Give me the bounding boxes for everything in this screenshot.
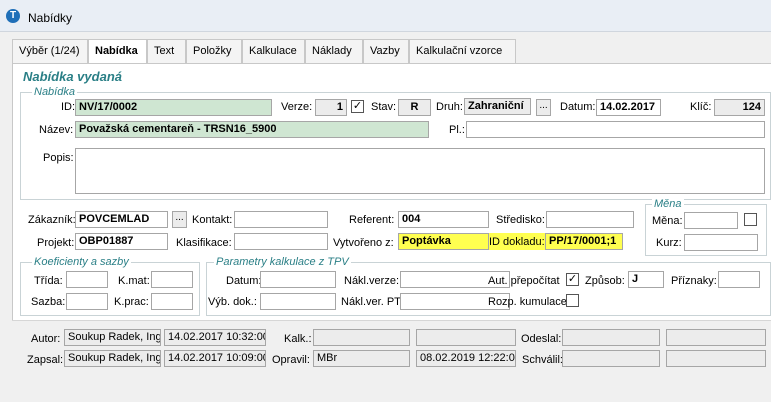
stredisko-label: Středisko: — [496, 214, 545, 226]
vybdok-field[interactable] — [260, 293, 336, 310]
iddokladu-label: ID dokladu: — [489, 233, 545, 250]
tpv-legend: Parametry kalkulace z TPV — [214, 256, 351, 268]
autprep-label: Aut. přepočítat — [488, 275, 560, 287]
id-label: ID: — [61, 101, 76, 113]
mena-legend: Měna — [652, 198, 684, 210]
vybdok-label: Výb. dok.: — [208, 296, 257, 308]
klasifikace-field[interactable] — [234, 233, 328, 250]
stav-field[interactable]: R — [398, 99, 431, 116]
tab-polozky[interactable]: Položky — [186, 39, 242, 63]
tab-text[interactable]: Text — [147, 39, 186, 63]
klic-label: Klíč: — [690, 101, 712, 113]
mena-field[interactable] — [684, 212, 738, 229]
verze-field[interactable]: 1 — [315, 99, 347, 116]
kalk-field — [313, 329, 410, 346]
tpv-datum-label: Datum: — [226, 275, 262, 287]
opravil-field: MBr — [313, 350, 410, 367]
projekt-field[interactable]: OBP01887 — [75, 233, 168, 250]
title-bar — [0, 0, 771, 32]
zapsal-date-field: 14.02.2017 10:09:00 — [164, 350, 266, 367]
app-icon: T — [6, 9, 20, 23]
tab-vyber[interactable]: Výběr (1/24) — [12, 39, 88, 63]
zapsal-field: Soukup Radek, Ing. — [64, 350, 161, 367]
nabidka-legend: Nabídka — [32, 86, 77, 98]
druh-picker-button[interactable]: ... — [536, 99, 551, 116]
tab-naklady[interactable]: Náklady — [305, 39, 363, 63]
vytvoreno-field[interactable]: Poptávka — [398, 233, 489, 250]
druh-field[interactable]: Zahraniční — [464, 98, 531, 115]
zapsal-label: Zapsal: — [27, 354, 64, 366]
odeslal-date-field — [666, 329, 766, 346]
autor-field: Soukup Radek, Ing. — [64, 329, 161, 346]
verze-checkbox[interactable]: ✓ — [351, 100, 364, 113]
klasifikace-label: Klasifikace: — [176, 237, 232, 249]
mena-label: Měna: — [652, 215, 683, 227]
naklverpt-label: Nákl.ver. PT: — [341, 296, 403, 308]
sazba-label: Sazba: — [31, 296, 66, 308]
tab-nabidka[interactable]: Nabídka — [88, 39, 147, 64]
schvalil-field — [562, 350, 660, 367]
kmat-label: K.mat: — [118, 275, 150, 287]
zpusob-field[interactable]: J — [628, 271, 664, 288]
tab-vazby[interactable]: Vazby — [363, 39, 409, 63]
popis-label: Popis: — [43, 152, 74, 164]
kprac-field[interactable] — [151, 293, 193, 310]
schvalil-date-field — [666, 350, 766, 367]
mena-checkbox[interactable] — [744, 213, 757, 226]
druh-label: Druh: — [436, 101, 463, 113]
opravil-label: Opravil: — [272, 354, 310, 366]
pl-field[interactable] — [466, 121, 765, 138]
iddokladu-field[interactable]: PP/17/0001;1 — [545, 233, 623, 250]
tab-kalkulace[interactable]: Kalkulace — [242, 39, 305, 63]
stredisko-field[interactable] — [546, 211, 634, 228]
popis-field[interactable] — [75, 148, 765, 194]
autprep-checkbox[interactable]: ✓ — [566, 273, 579, 286]
datum-field[interactable]: 14.02.2017 — [596, 99, 661, 116]
opravil-date-field: 08.02.2019 12:22:03 — [416, 350, 516, 367]
id-field[interactable]: NV/17/0002 — [75, 99, 272, 116]
window-title: Nabídky — [28, 11, 73, 25]
odeslal-field — [562, 329, 660, 346]
vytvoreno-label: Vytvořeno z: — [333, 237, 394, 249]
stav-label: Stav: — [371, 101, 397, 113]
sazba-field[interactable] — [66, 293, 108, 310]
section-title: Nabídka vydaná — [23, 69, 122, 84]
kontakt-label: Kontakt: — [192, 214, 233, 226]
referent-field[interactable]: 004 — [398, 211, 489, 228]
rozpkum-checkbox[interactable] — [566, 294, 579, 307]
kurz-label: Kurz: — [656, 237, 682, 249]
verze-label: Verze: — [281, 101, 313, 113]
priznaky-field[interactable] — [718, 271, 760, 288]
kmat-field[interactable] — [151, 271, 193, 288]
zakaznik-label: Zákazník: — [28, 214, 76, 226]
kalk-label: Kalk.: — [284, 333, 312, 345]
priznaky-label: Příznaky: — [671, 275, 717, 287]
nazev-label: Název: — [39, 124, 74, 136]
rozpkum-label: Rozp. kumulace — [488, 296, 567, 308]
kurz-field[interactable] — [684, 234, 758, 251]
kalk-date-field — [416, 329, 516, 346]
tab-kalkulacni-vzorce[interactable]: Kalkulační vzorce — [409, 39, 516, 63]
pl-label: Pl.: — [449, 124, 465, 136]
kprac-label: K.prac: — [114, 296, 149, 308]
naklverze-label: Nákl.verze: — [344, 275, 400, 287]
kontakt-field[interactable] — [234, 211, 328, 228]
koef-legend: Koeficienty a sazby — [32, 256, 131, 268]
nazev-field[interactable]: Považská cementareň - TRSN16_5900 — [75, 121, 429, 138]
schvalil-label: Schválil: — [522, 354, 563, 366]
zpusob-label: Způsob: — [585, 275, 625, 287]
autor-date-field: 14.02.2017 10:32:00 — [164, 329, 266, 346]
datum-label: Datum: — [560, 101, 596, 113]
referent-label: Referent: — [349, 214, 395, 226]
odeslal-label: Odeslal: — [521, 333, 562, 345]
trida-field[interactable] — [66, 271, 108, 288]
trida-label: Třída: — [34, 275, 63, 287]
projekt-label: Projekt: — [37, 237, 75, 249]
zakaznik-picker-button[interactable]: ... — [172, 211, 187, 228]
tpv-datum-field[interactable] — [260, 271, 336, 288]
klic-field[interactable]: 124 — [714, 99, 765, 116]
autor-label: Autor: — [31, 333, 61, 345]
zakaznik-field[interactable]: POVCEMLAD — [75, 211, 168, 228]
